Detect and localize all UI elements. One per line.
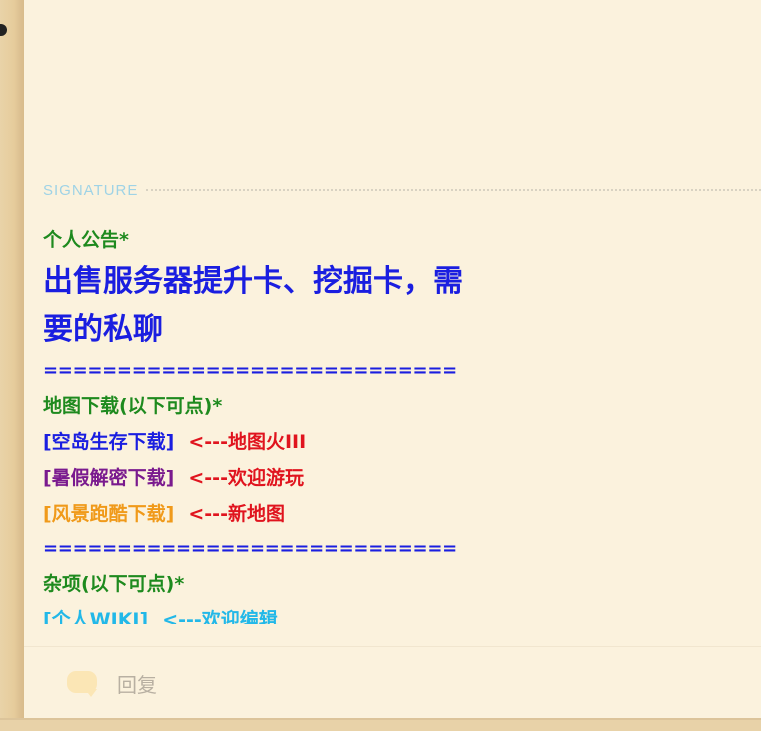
- misc-title: 杂项(以下可点)*: [43, 573, 185, 595]
- post-page: SIGNATURE 个人公告* 出售服务器提升卡、挖掘卡，需 要的私聊 ====…: [0, 0, 761, 731]
- misc-item-wiki: [个人WIKI] <---欢迎编辑: [43, 602, 603, 624]
- author-column: [0, 0, 24, 731]
- author-avatar-edge: [0, 24, 7, 36]
- map-item-scenic-parkour: [风景跑酷下载] <---新地图: [43, 496, 603, 532]
- announce-title: 个人公告*: [43, 229, 129, 251]
- signature-header: SIGNATURE: [43, 180, 761, 200]
- post-bottom-border: [0, 718, 761, 731]
- sky-island-download-link[interactable]: [空岛生存下载]: [43, 431, 174, 453]
- summer-puzzle-download-link[interactable]: [暑假解密下载]: [43, 467, 174, 489]
- reply-label: 回复: [117, 673, 157, 697]
- announce-text-line-1: 出售服务器提升卡、挖掘卡，需: [43, 264, 463, 299]
- divider-rule: ============================: [43, 360, 457, 381]
- announce-text-line-2: 要的私聊: [43, 312, 163, 347]
- map-item-summer-puzzle: [暑假解密下载] <---欢迎游玩: [43, 460, 603, 496]
- scenic-parkour-note: <---新地图: [188, 503, 285, 525]
- speech-bubble-icon: [67, 670, 99, 697]
- reply-button[interactable]: 回复: [67, 669, 157, 698]
- divider-rule: ============================: [43, 538, 457, 559]
- signature-content: 个人公告* 出售服务器提升卡、挖掘卡，需 要的私聊 ==============…: [43, 222, 603, 624]
- wiki-note: <---欢迎编辑: [162, 609, 278, 624]
- wiki-link[interactable]: [个人WIKI]: [43, 609, 148, 624]
- summer-puzzle-note: <---欢迎游玩: [188, 467, 304, 489]
- post-footer: 回复: [24, 646, 761, 719]
- signature-label: SIGNATURE: [43, 181, 139, 199]
- scenic-parkour-download-link[interactable]: [风景跑酷下载]: [43, 503, 174, 525]
- sky-island-note: <---地图火III: [188, 431, 307, 453]
- map-download-title: 地图下载(以下可点)*: [43, 395, 223, 417]
- map-item-sky-island: [空岛生存下载] <---地图火III: [43, 424, 603, 460]
- signature-divider: [146, 189, 761, 191]
